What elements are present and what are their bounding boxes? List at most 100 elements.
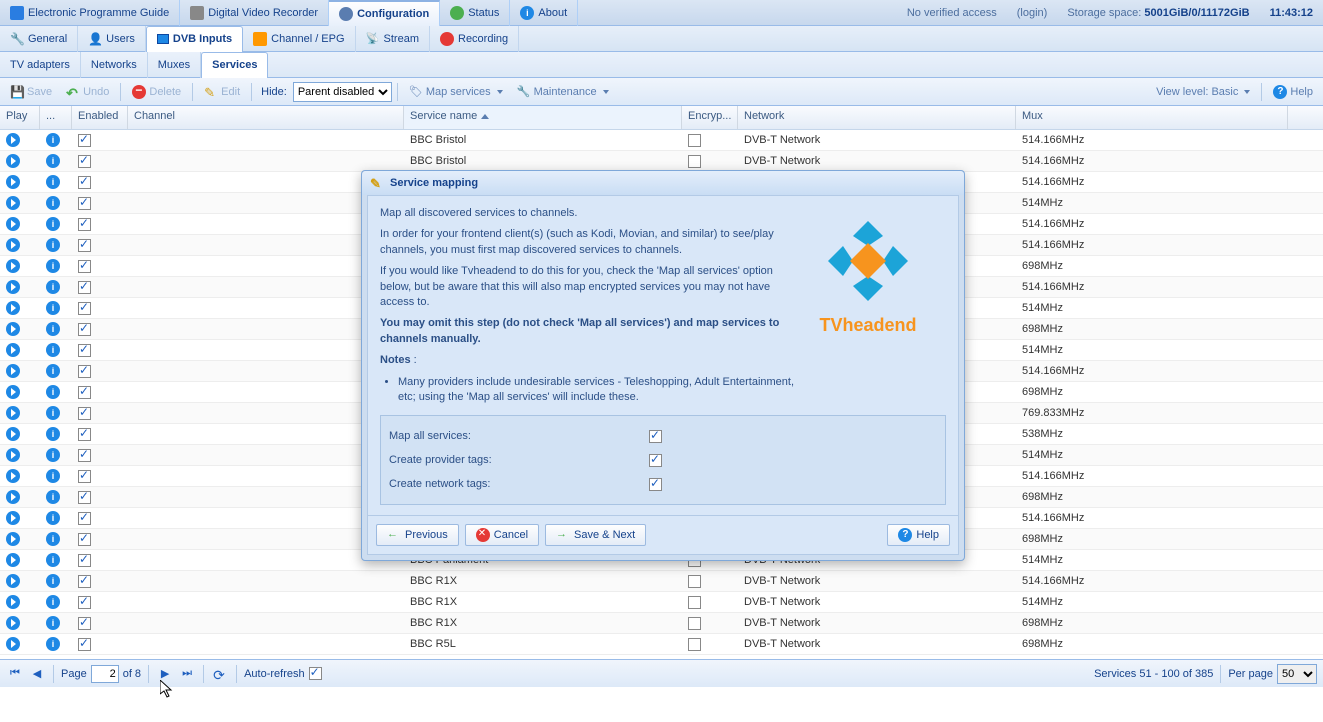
- hide-select[interactable]: Parent disabled: [293, 82, 392, 102]
- login-link[interactable]: (login): [1007, 7, 1058, 19]
- tab-about[interactable]: iAbout: [510, 0, 578, 26]
- enabled-checkbox[interactable]: [78, 407, 91, 420]
- col-service[interactable]: Service name: [404, 106, 682, 129]
- info-icon[interactable]: [46, 301, 60, 315]
- perpage-select[interactable]: 50: [1277, 664, 1317, 684]
- enabled-checkbox[interactable]: [78, 281, 91, 294]
- play-icon[interactable]: [6, 322, 20, 336]
- info-icon[interactable]: [46, 175, 60, 189]
- info-icon[interactable]: [46, 196, 60, 210]
- map-services-button[interactable]: Map services: [403, 83, 509, 101]
- encrypted-checkbox[interactable]: [688, 596, 701, 609]
- info-icon[interactable]: [46, 469, 60, 483]
- info-icon[interactable]: [46, 385, 60, 399]
- tab-configuration[interactable]: Configuration: [329, 0, 440, 26]
- enabled-checkbox[interactable]: [78, 176, 91, 189]
- enabled-checkbox[interactable]: [78, 533, 91, 546]
- encrypted-checkbox[interactable]: [688, 134, 701, 147]
- enabled-checkbox[interactable]: [78, 470, 91, 483]
- enabled-checkbox[interactable]: [78, 512, 91, 525]
- play-icon[interactable]: [6, 280, 20, 294]
- play-icon[interactable]: [6, 217, 20, 231]
- previous-button[interactable]: Previous: [376, 524, 459, 546]
- tab-services[interactable]: Services: [201, 52, 268, 78]
- save-next-button[interactable]: Save & Next: [545, 524, 646, 546]
- encrypted-checkbox[interactable]: [688, 155, 701, 168]
- play-icon[interactable]: [6, 385, 20, 399]
- tab-epg[interactable]: Electronic Programme Guide: [0, 0, 180, 26]
- info-icon[interactable]: [46, 364, 60, 378]
- info-icon[interactable]: [46, 532, 60, 546]
- enabled-checkbox[interactable]: [78, 638, 91, 651]
- tab-users[interactable]: Users: [78, 26, 146, 52]
- play-icon[interactable]: [6, 133, 20, 147]
- enabled-checkbox[interactable]: [78, 365, 91, 378]
- info-icon[interactable]: [46, 133, 60, 147]
- help-button[interactable]: Help: [1267, 83, 1319, 101]
- info-icon[interactable]: [46, 427, 60, 441]
- col-play[interactable]: Play: [0, 106, 40, 129]
- col-enabled[interactable]: Enabled: [72, 106, 128, 129]
- enabled-checkbox[interactable]: [78, 155, 91, 168]
- view-level-button[interactable]: View level: Basic: [1150, 84, 1256, 100]
- encrypted-checkbox[interactable]: [688, 575, 701, 588]
- info-icon[interactable]: [46, 595, 60, 609]
- tab-general[interactable]: General: [0, 26, 78, 52]
- table-row[interactable]: BBC BristolDVB-T Network514.166MHz: [0, 130, 1323, 151]
- cancel-button[interactable]: Cancel: [465, 524, 539, 546]
- refresh-button[interactable]: [211, 665, 229, 683]
- play-icon[interactable]: [6, 616, 20, 630]
- play-icon[interactable]: [6, 637, 20, 651]
- col-encrypted[interactable]: Encryp...: [682, 106, 738, 129]
- info-icon[interactable]: [46, 553, 60, 567]
- autorefresh-checkbox[interactable]: [309, 667, 322, 680]
- enabled-checkbox[interactable]: [78, 260, 91, 273]
- col-network[interactable]: Network: [738, 106, 1016, 129]
- info-icon[interactable]: [46, 448, 60, 462]
- info-icon[interactable]: [46, 490, 60, 504]
- table-row[interactable]: BBC R1XDVB-T Network514MHz: [0, 592, 1323, 613]
- info-icon[interactable]: [46, 322, 60, 336]
- info-icon[interactable]: [46, 259, 60, 273]
- provider-tags-checkbox[interactable]: [649, 454, 662, 467]
- enabled-checkbox[interactable]: [78, 386, 91, 399]
- play-icon[interactable]: [6, 595, 20, 609]
- play-icon[interactable]: [6, 448, 20, 462]
- dialog-titlebar[interactable]: Service mapping: [362, 171, 964, 195]
- first-page-button[interactable]: ⏮: [6, 665, 24, 683]
- last-page-button[interactable]: ⏭: [178, 665, 196, 683]
- enabled-checkbox[interactable]: [78, 596, 91, 609]
- dialog-help-button[interactable]: Help: [887, 524, 950, 546]
- play-icon[interactable]: [6, 259, 20, 273]
- play-icon[interactable]: [6, 406, 20, 420]
- tab-channel-epg[interactable]: Channel / EPG: [243, 26, 355, 52]
- enabled-checkbox[interactable]: [78, 575, 91, 588]
- tab-dvb-inputs[interactable]: DVB Inputs: [146, 26, 243, 52]
- tab-muxes[interactable]: Muxes: [148, 52, 201, 78]
- info-icon[interactable]: [46, 616, 60, 630]
- play-icon[interactable]: [6, 175, 20, 189]
- play-icon[interactable]: [6, 343, 20, 357]
- enabled-checkbox[interactable]: [78, 344, 91, 357]
- play-icon[interactable]: [6, 574, 20, 588]
- info-icon[interactable]: [46, 154, 60, 168]
- info-icon[interactable]: [46, 406, 60, 420]
- enabled-checkbox[interactable]: [78, 239, 91, 252]
- play-icon[interactable]: [6, 238, 20, 252]
- tab-recording[interactable]: Recording: [430, 26, 519, 52]
- network-tags-checkbox[interactable]: [649, 478, 662, 491]
- enabled-checkbox[interactable]: [78, 323, 91, 336]
- table-row[interactable]: BBC R1XDVB-T Network698MHz: [0, 613, 1323, 634]
- col-details[interactable]: ...: [40, 106, 72, 129]
- prev-page-button[interactable]: ◀: [28, 665, 46, 683]
- tab-networks[interactable]: Networks: [81, 52, 148, 78]
- map-all-checkbox[interactable]: [649, 430, 662, 443]
- enabled-checkbox[interactable]: [78, 617, 91, 630]
- edit-button[interactable]: Edit: [198, 83, 246, 101]
- table-row[interactable]: BBC R5LDVB-T Network698MHz: [0, 634, 1323, 655]
- info-icon[interactable]: [46, 343, 60, 357]
- info-icon[interactable]: [46, 511, 60, 525]
- tab-dvr[interactable]: Digital Video Recorder: [180, 0, 329, 26]
- undo-button[interactable]: Undo: [60, 83, 115, 101]
- play-icon[interactable]: [6, 301, 20, 315]
